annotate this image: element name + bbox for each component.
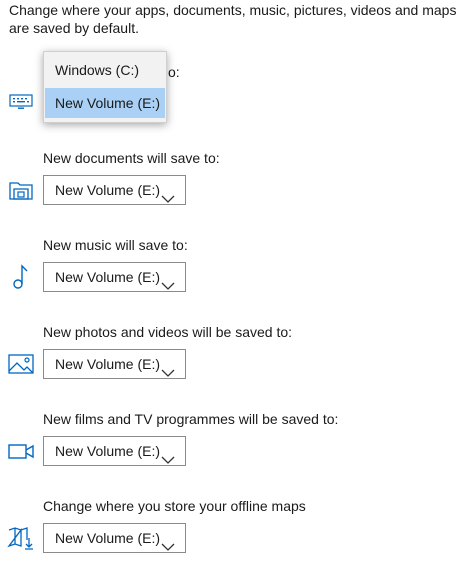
films-section: New films and TV programmes will be save… [0,410,468,480]
music-location-select[interactable]: New Volume (E:) [43,262,186,292]
music-location-value: New Volume (E:) [55,269,161,285]
films-label: New films and TV programmes will be save… [43,411,339,427]
films-location-select[interactable]: New Volume (E:) [43,436,186,466]
chevron-down-icon [161,359,175,387]
documents-section: New documents will save to: New Volume (… [0,149,468,219]
chevron-down-icon [161,446,175,474]
documents-location-select[interactable]: New Volume (E:) [43,175,186,205]
documents-folder-icon [7,176,35,204]
intro-text: Change where your apps, documents, music… [9,2,457,36]
films-location-value: New Volume (E:) [55,443,161,459]
music-label: New music will save to: [43,237,188,253]
maps-location-select[interactable]: New Volume (E:) [43,523,186,553]
chevron-down-icon [161,185,175,213]
photos-location-value: New Volume (E:) [55,356,161,372]
maps-location-value: New Volume (E:) [55,530,161,546]
maps-label: Change where you store your offline maps [43,498,306,514]
photos-location-select[interactable]: New Volume (E:) [43,349,186,379]
chevron-down-icon [161,533,175,561]
apps-label-fragment: o: [168,64,180,80]
documents-location-value: New Volume (E:) [55,182,161,198]
documents-label: New documents will save to: [43,150,220,166]
chevron-down-icon [161,272,175,300]
dropdown-option-windows-c[interactable]: Windows (C:) [45,55,165,85]
keyboard-icon [7,88,35,116]
photos-label: New photos and videos will be saved to: [43,324,293,340]
offline-map-icon [7,524,35,552]
maps-section: Change where you store your offline maps… [0,497,468,567]
music-note-icon [7,263,35,291]
picture-icon [7,350,35,378]
dropdown-option-new-volume-e[interactable]: New Volume (E:) [45,88,165,118]
video-camera-icon [7,437,35,465]
music-section: New music will save to: New Volume (E:) [0,236,468,306]
photos-section: New photos and videos will be saved to: … [0,323,468,393]
apps-save-location-dropdown[interactable]: Windows (C:) New Volume (E:) [43,51,167,123]
